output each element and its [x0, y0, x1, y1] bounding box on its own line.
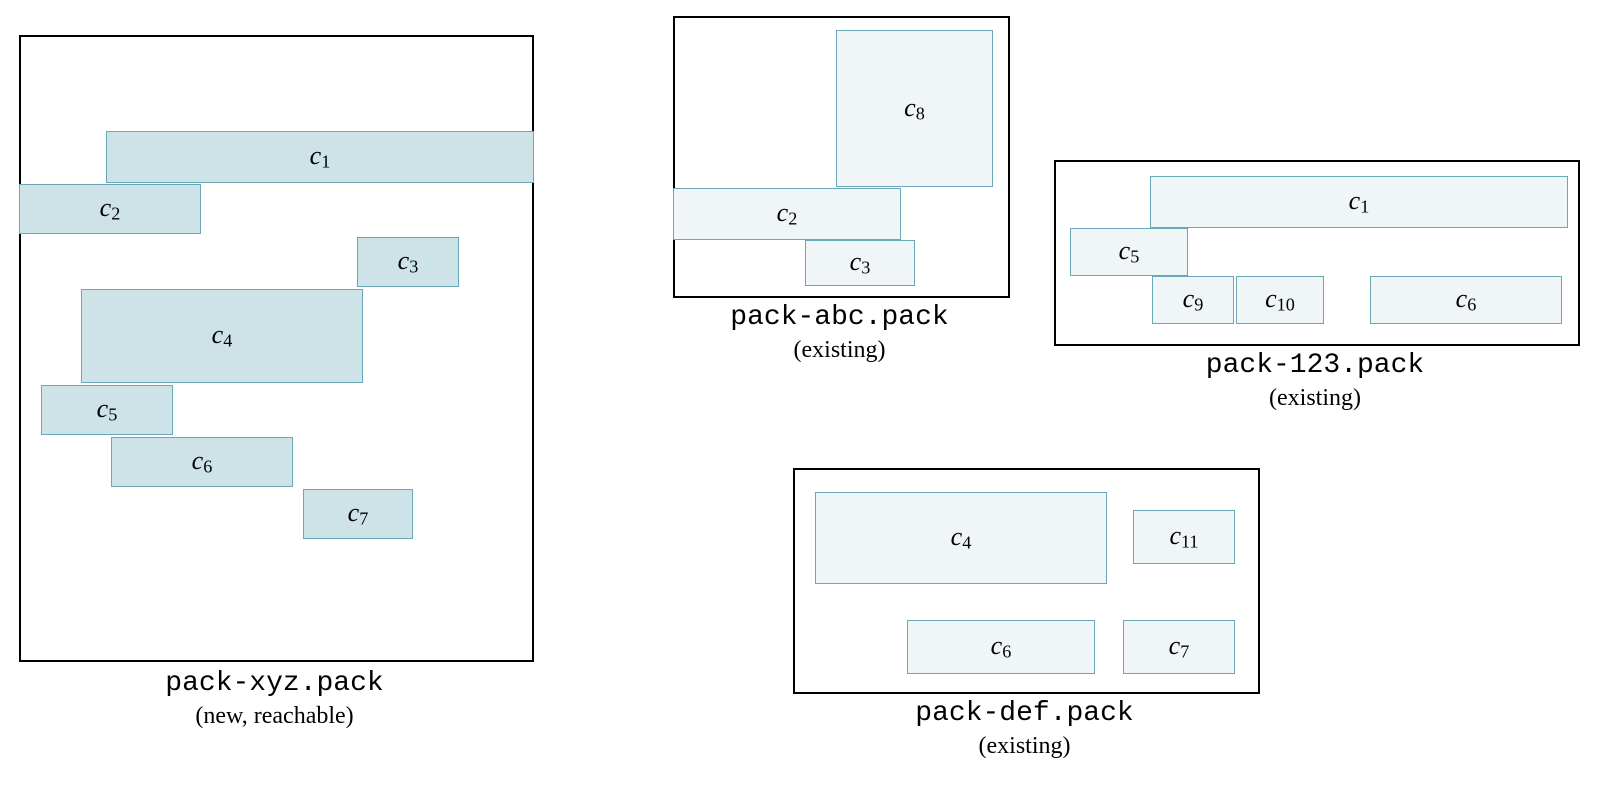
chunk-c7-def: c7 — [1123, 620, 1235, 674]
chunk-sub: 7 — [359, 509, 368, 529]
caption-123: pack-123.pack (existing) — [1054, 350, 1576, 412]
chunk-label: c — [1119, 236, 1131, 265]
caption-abc: pack-abc.pack (existing) — [673, 302, 1006, 364]
chunk-c6: c6 — [111, 437, 293, 487]
chunk-c11: c11 — [1133, 510, 1235, 564]
chunk-sub: 3 — [409, 257, 418, 277]
chunk-label: c — [398, 246, 410, 275]
chunk-sub: 8 — [916, 103, 925, 123]
chunk-sub: 5 — [108, 405, 117, 425]
filename-xyz: pack-xyz.pack — [19, 668, 530, 699]
chunk-sub: 6 — [1467, 295, 1476, 315]
chunk-c3: c3 — [357, 237, 459, 287]
filename-abc: pack-abc.pack — [673, 302, 1006, 333]
chunk-label: c — [192, 446, 204, 475]
chunk-label: c — [1169, 631, 1181, 660]
status-xyz: (new, reachable) — [19, 703, 530, 730]
chunk-sub: 5 — [1130, 247, 1139, 267]
chunk-sub: 10 — [1277, 295, 1295, 315]
diagram-canvas: c1 c2 c3 c4 c5 c6 c7 pack-xyz.pack (new,… — [0, 0, 1600, 797]
chunk-sub: 3 — [861, 258, 870, 278]
chunk-label: c — [951, 522, 963, 551]
chunk-label: c — [1169, 521, 1181, 550]
chunk-c10: c10 — [1236, 276, 1324, 324]
chunk-sub: 9 — [1194, 295, 1203, 315]
status-123: (existing) — [1054, 385, 1576, 412]
chunk-label: c — [212, 320, 224, 349]
chunk-sub: 1 — [321, 152, 330, 172]
chunk-c9: c9 — [1152, 276, 1234, 324]
chunk-c4-def: c4 — [815, 492, 1107, 584]
pack-box-123: c1 c5 c9 c10 c6 — [1054, 160, 1580, 346]
chunk-label: c — [100, 193, 112, 222]
status-def: (existing) — [793, 733, 1256, 760]
chunk-sub: 1 — [1360, 197, 1369, 217]
chunk-label: c — [1349, 186, 1361, 215]
chunk-sub: 11 — [1181, 532, 1199, 552]
chunk-label: c — [850, 247, 862, 276]
chunk-label: c — [1456, 284, 1468, 313]
chunk-label: c — [1183, 284, 1195, 313]
chunk-c8: c8 — [836, 30, 993, 187]
chunk-c1-123: c1 — [1150, 176, 1568, 228]
status-abc: (existing) — [673, 337, 1006, 364]
chunk-sub: 4 — [962, 533, 971, 553]
pack-box-xyz: c1 c2 c3 c4 c5 c6 c7 — [19, 35, 534, 662]
chunk-label: c — [1265, 284, 1277, 313]
caption-def: pack-def.pack (existing) — [793, 698, 1256, 760]
filename-def: pack-def.pack — [793, 698, 1256, 729]
chunk-label: c — [97, 394, 109, 423]
chunk-sub: 4 — [223, 331, 232, 351]
chunk-c2: c2 — [19, 184, 201, 234]
chunk-c4: c4 — [81, 289, 363, 383]
chunk-label: c — [777, 198, 789, 227]
chunk-c2-abc: c2 — [673, 188, 901, 240]
filename-123: pack-123.pack — [1054, 350, 1576, 381]
chunk-c6-123: c6 — [1370, 276, 1562, 324]
caption-xyz: pack-xyz.pack (new, reachable) — [19, 668, 530, 730]
chunk-sub: 6 — [1002, 642, 1011, 662]
chunk-label: c — [991, 631, 1003, 660]
chunk-c3-abc: c3 — [805, 240, 915, 286]
chunk-sub: 2 — [788, 209, 797, 229]
pack-box-abc: c8 c2 c3 — [673, 16, 1010, 298]
chunk-label: c — [348, 498, 360, 527]
chunk-c7: c7 — [303, 489, 413, 539]
pack-box-def: c4 c11 c6 c7 — [793, 468, 1260, 694]
chunk-c5-123: c5 — [1070, 228, 1188, 276]
chunk-sub: 2 — [111, 204, 120, 224]
chunk-c5: c5 — [41, 385, 173, 435]
chunk-c6-def: c6 — [907, 620, 1095, 674]
chunk-label: c — [310, 141, 322, 170]
chunk-sub: 7 — [1180, 642, 1189, 662]
chunk-sub: 6 — [203, 457, 212, 477]
chunk-label: c — [904, 93, 916, 122]
chunk-c1: c1 — [106, 131, 534, 183]
